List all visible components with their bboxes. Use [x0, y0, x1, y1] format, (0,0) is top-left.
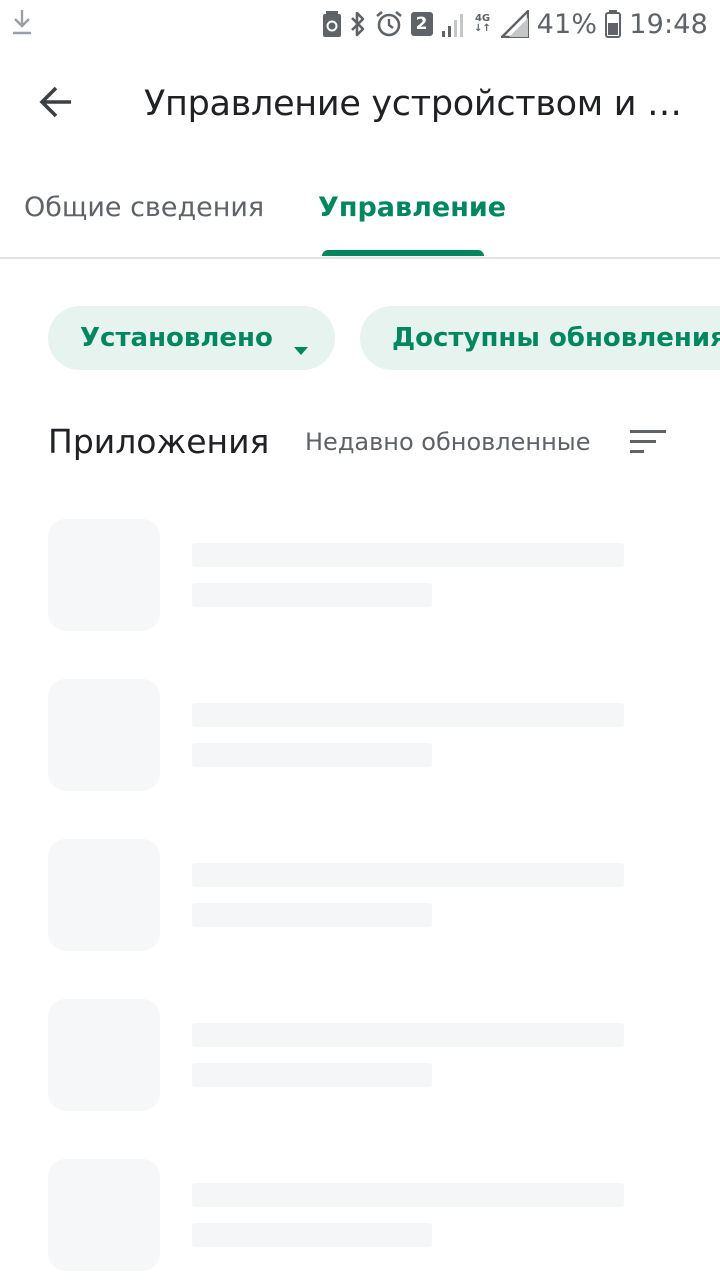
filter-chips: Установлено Доступны обновления: [0, 306, 720, 370]
app-name-placeholder: [192, 863, 624, 887]
dropdown-arrow-icon: [293, 333, 309, 363]
selected-tab-indicator: [322, 250, 484, 256]
tab-bar: Общие сведения Управление: [0, 160, 720, 259]
apps-section-title: Приложения: [48, 422, 270, 461]
sort-order-label[interactable]: Недавно обновленные: [305, 424, 590, 460]
app-name-placeholder: [192, 703, 624, 727]
clock: 19:48: [629, 8, 708, 40]
app-details-placeholder: [192, 903, 432, 927]
app-details-placeholder: [192, 583, 432, 607]
list-item-placeholder: [0, 1159, 720, 1271]
app-name-placeholder: [192, 1183, 624, 1207]
list-item-placeholder: [0, 839, 720, 951]
app-details-placeholder: [192, 743, 432, 767]
app-icon-placeholder: [48, 999, 160, 1111]
page-title: Управление устройством и пр...: [144, 84, 700, 124]
battery-icon: [605, 10, 622, 38]
network-4g-icon: 4G ↓↑: [473, 14, 493, 34]
list-item-placeholder: [0, 999, 720, 1111]
app-icon-placeholder: [48, 679, 160, 791]
app-icon-placeholder: [48, 1159, 160, 1271]
sort-icon[interactable]: [628, 426, 668, 458]
download-icon: [10, 8, 34, 36]
signal-icon: [441, 11, 465, 37]
app-details-placeholder: [192, 1063, 432, 1087]
status-bar: 2 4G ↓↑ 41% 19:48: [0, 0, 720, 48]
installed-filter-label: Установлено: [80, 323, 273, 353]
tab-manage[interactable]: Управление: [318, 190, 506, 226]
app-details-placeholder: [192, 1223, 432, 1247]
alarm-icon: [375, 10, 403, 38]
top-app-bar: Управление устройством и пр...: [0, 48, 720, 160]
apps-section-header: Приложения Недавно обновленные: [0, 416, 720, 468]
status-bar-left: [10, 8, 34, 41]
list-item-placeholder: [0, 679, 720, 791]
battery-saver-icon: [322, 11, 341, 37]
sim-badge: 2: [410, 12, 433, 36]
arrow-back-icon: [38, 84, 74, 125]
updates-available-label: Доступны обновления: [392, 323, 720, 353]
updates-available-chip[interactable]: Доступны обновления: [360, 306, 720, 370]
tab-overview[interactable]: Общие сведения: [24, 190, 264, 226]
app-name-placeholder: [192, 1023, 624, 1047]
data-arrows: ↓↑: [474, 23, 491, 34]
installed-filter-chip[interactable]: Установлено: [48, 306, 335, 370]
bluetooth-icon: [349, 10, 367, 38]
back-button[interactable]: [24, 72, 88, 136]
status-bar-right: 2 4G ↓↑ 41% 19:48: [322, 0, 708, 48]
app-icon-placeholder: [48, 839, 160, 951]
app-name-placeholder: [192, 543, 624, 567]
list-item-placeholder: [0, 519, 720, 631]
wifi-icon: [500, 10, 529, 38]
app-icon-placeholder: [48, 519, 160, 631]
battery-percent: 41%: [536, 8, 598, 40]
